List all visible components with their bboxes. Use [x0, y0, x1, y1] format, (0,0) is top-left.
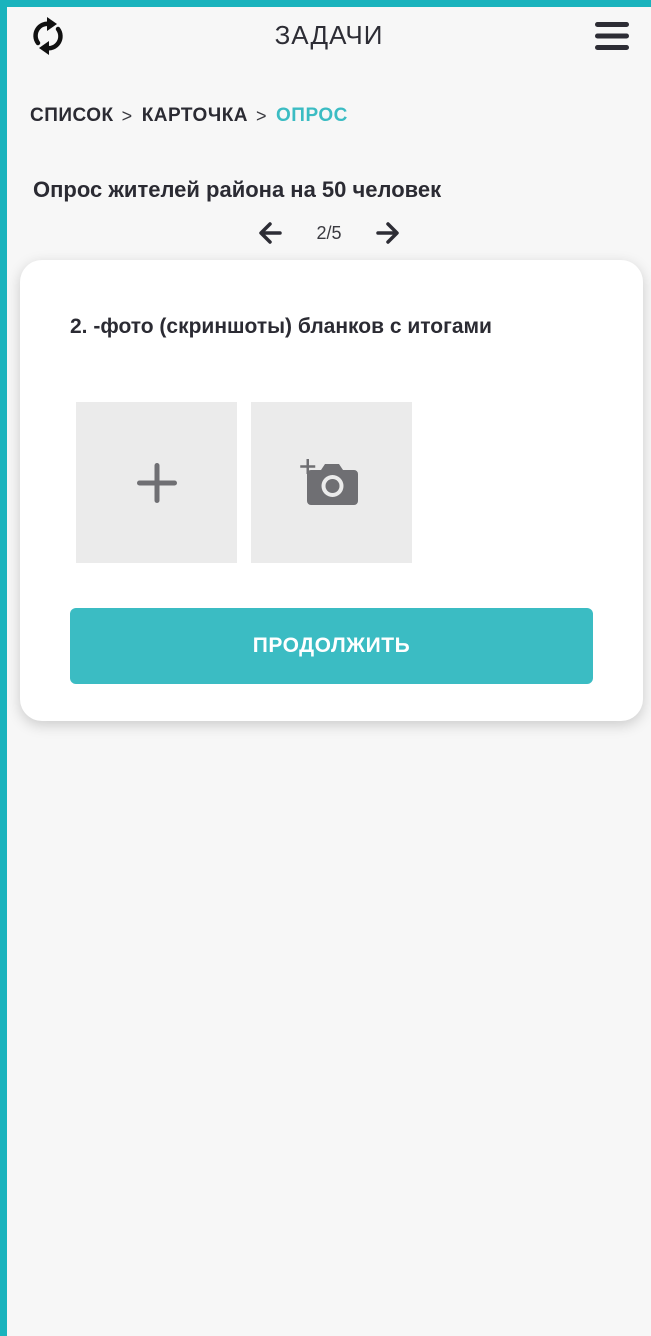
question-text: 2. -фото (скриншоты) бланков с итогами [70, 315, 492, 338]
arrow-right-icon [375, 222, 399, 244]
hamburger-menu-icon [595, 22, 629, 50]
add-photo-camera-icon [299, 458, 358, 505]
breadcrumb: СПИСОК > КАРТОЧКА > ОПРОС [30, 105, 348, 127]
previous-question-button[interactable] [255, 218, 285, 248]
question-card: 2. -фото (скриншоты) бланков с итогами П… [20, 260, 643, 721]
next-question-button[interactable] [373, 218, 403, 248]
page-counter: 2/5 [316, 222, 342, 243]
arrow-left-icon [259, 222, 283, 244]
breadcrumb-survey: ОПРОС [276, 105, 348, 126]
breadcrumb-separator: > [121, 105, 133, 126]
breadcrumb-card[interactable]: КАРТОЧКА [142, 105, 248, 127]
breadcrumb-list[interactable]: СПИСОК [30, 105, 114, 127]
breadcrumb-separator: > [256, 105, 268, 126]
plus-icon [136, 462, 177, 503]
page-title: ЗАДАЧИ [274, 20, 384, 50]
app-screen: ЗАДАЧИ СПИСОК > КАРТОЧКА > ОПРОС Опрос ж… [7, 7, 651, 1336]
add-file-tile[interactable] [76, 402, 237, 563]
question-pager: 2/5 [7, 218, 651, 248]
survey-title: Опрос жителей района на 50 человек [33, 177, 442, 202]
take-photo-tile[interactable] [251, 402, 412, 563]
top-bar: ЗАДАЧИ [7, 7, 651, 67]
menu-button[interactable] [593, 17, 631, 55]
continue-button[interactable]: ПРОДОЛЖИТЬ [70, 608, 593, 684]
